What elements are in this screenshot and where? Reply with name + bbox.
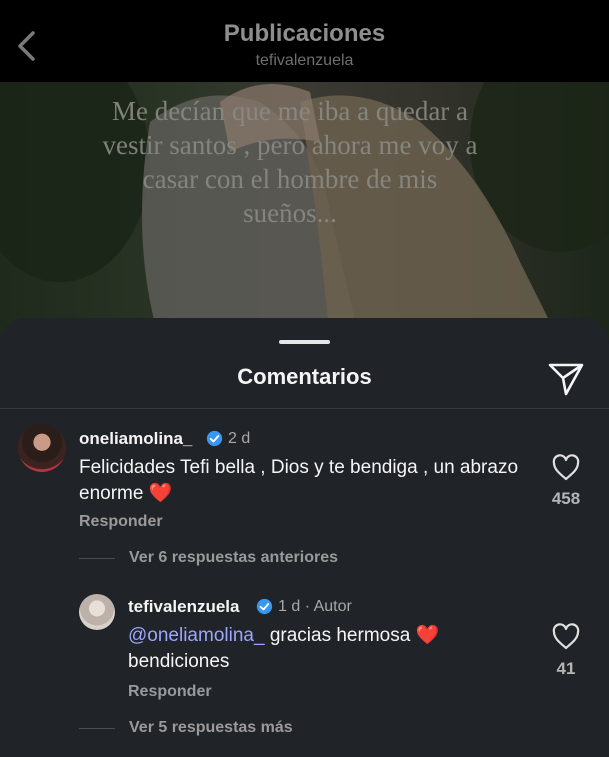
view-replies-link[interactable]: Ver 6 respuestas anteriores — [129, 549, 338, 567]
author-tag: Autor — [313, 598, 352, 615]
page-subtitle-username[interactable]: tefivalenzuela — [0, 52, 609, 70]
heart-outline-icon — [552, 454, 580, 481]
post-photo: Me decían que me iba a quedar a vestir s… — [0, 82, 609, 342]
verified-icon — [206, 430, 223, 447]
comment-text: @oneliamolina_ gracias hermosa ❤️ bendic… — [128, 623, 528, 675]
verified-icon — [256, 598, 273, 615]
reply-button[interactable]: Responder — [128, 683, 212, 701]
heart-emoji-icon: ❤️ — [148, 483, 173, 504]
comment-time-value: 1 d — [278, 598, 301, 615]
view-replies-link[interactable]: Ver 5 respuestas más — [129, 719, 293, 737]
header-divider — [0, 408, 609, 409]
thread-line — [79, 728, 115, 729]
page-title: Publicaciones — [223, 20, 386, 47]
share-icon — [548, 363, 584, 396]
comment-time: 2 d — [228, 430, 251, 447]
comment-time: 1 d · Autor — [278, 598, 352, 616]
sheet-drag-handle[interactable] — [279, 340, 330, 344]
header: Publicaciones tefivalenzuela — [0, 0, 609, 82]
thread-line — [79, 558, 115, 559]
comments-title: Comentarios — [237, 364, 372, 389]
heart-outline-icon — [552, 623, 580, 650]
mention-link[interactable]: @oneliamolina_ — [128, 625, 265, 646]
photo-caption-text: Me decían que me iba a quedar a vestir s… — [102, 96, 478, 228]
reply-button[interactable]: Responder — [79, 513, 163, 531]
comments-sheet: Comentarios oneliamolina_ 2 d Felicidade… — [0, 318, 609, 757]
comment-text: Felicidades Tefi bella , Dios y te bendi… — [79, 455, 529, 507]
meta-separator: · — [304, 598, 311, 615]
comment-body: Felicidades Tefi bella , Dios y te bendi… — [79, 457, 519, 504]
like-count: 41 — [556, 659, 576, 678]
like-button[interactable] — [551, 623, 581, 651]
comment-username[interactable]: tefivalenzuela — [128, 597, 240, 617]
avatar[interactable] — [18, 424, 66, 472]
comment-body: gracias hermosa — [269, 625, 411, 646]
heart-emoji-icon: ❤️ — [415, 625, 440, 646]
share-button[interactable] — [546, 358, 586, 398]
comment-username[interactable]: oneliamolina_ — [79, 429, 192, 449]
comment-body-line2: bendiciones — [128, 651, 230, 672]
avatar[interactable] — [79, 594, 115, 630]
like-button[interactable] — [551, 454, 581, 482]
like-count: 458 — [551, 489, 581, 508]
